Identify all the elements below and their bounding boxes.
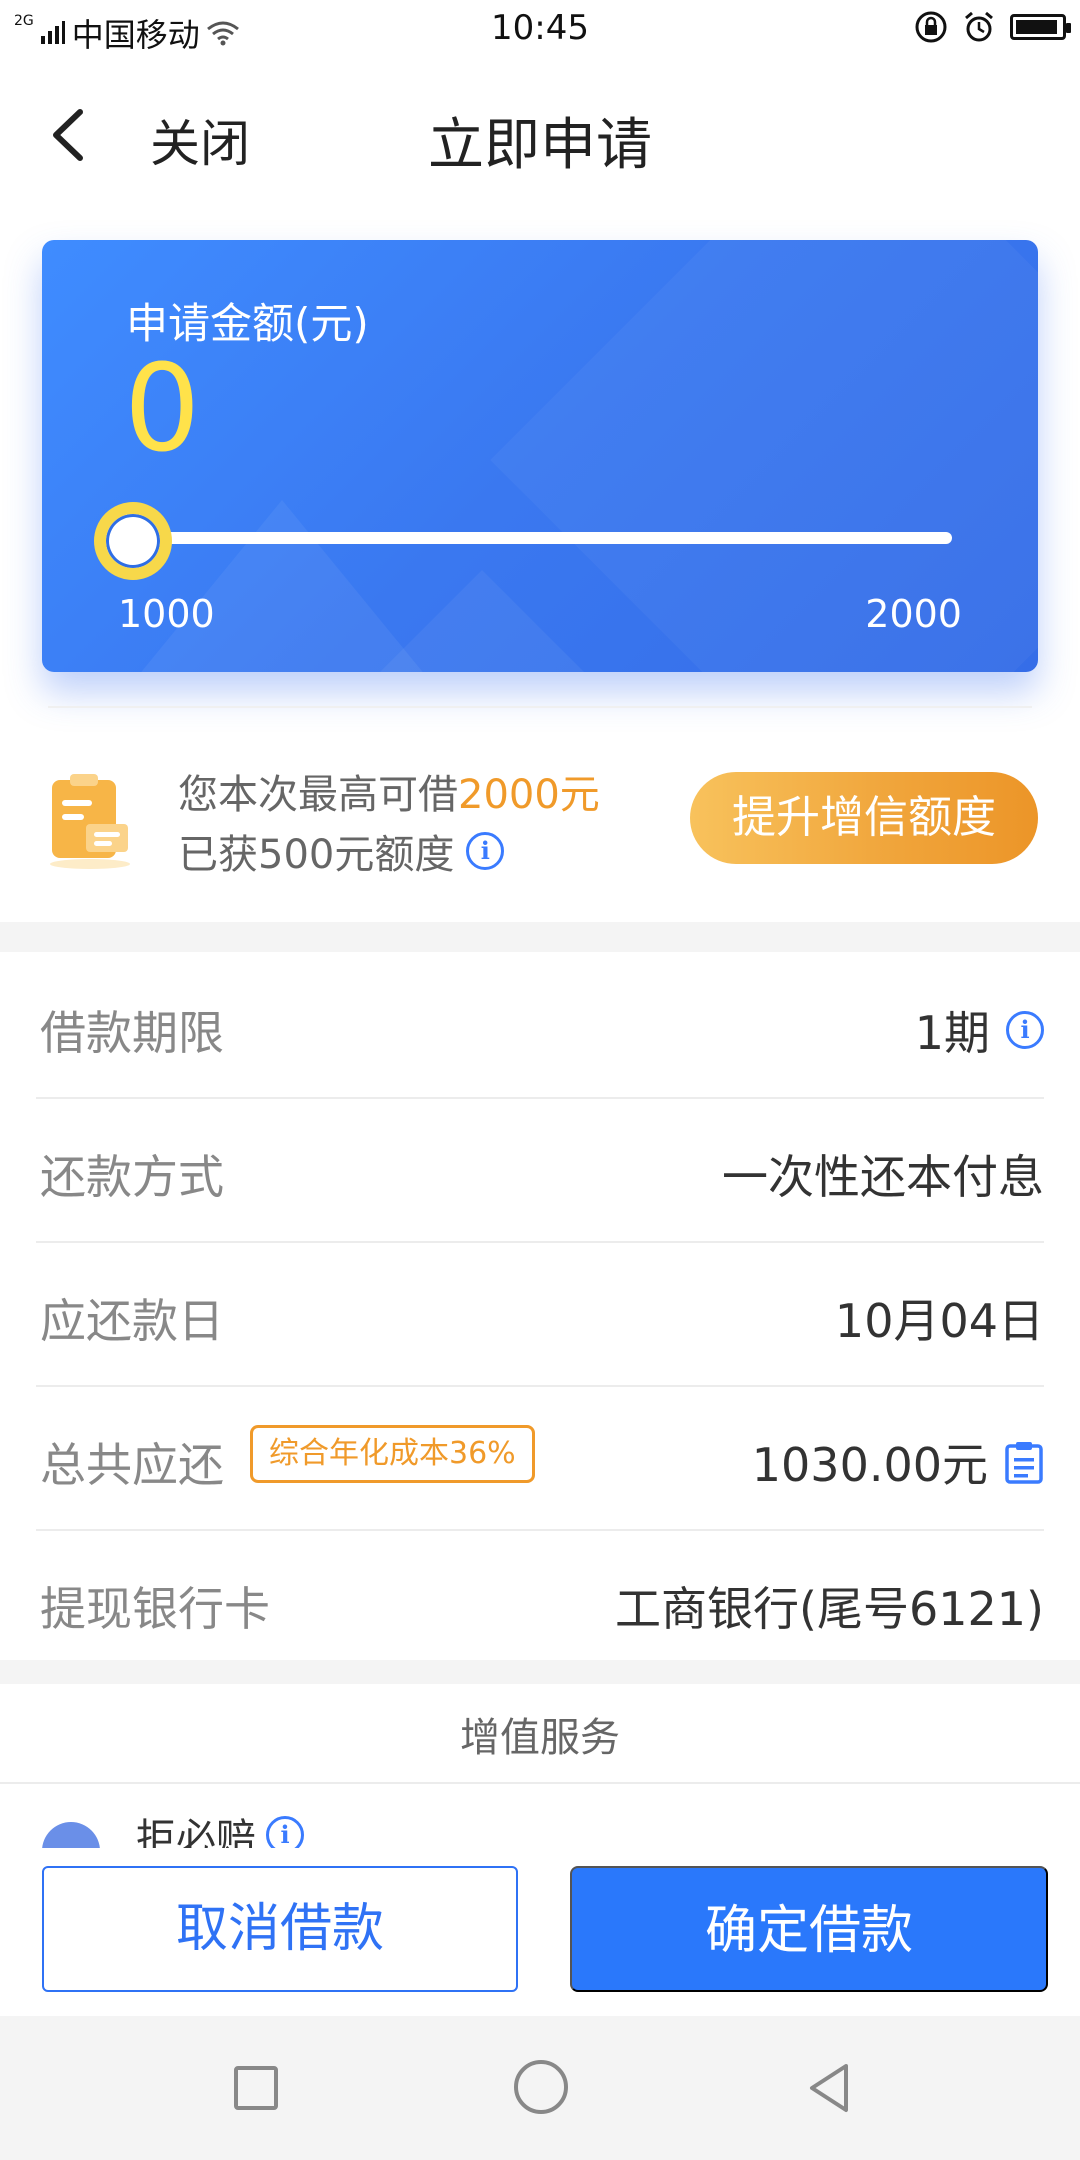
detail-row-due-date: 应还款日 10月04日: [36, 1243, 1044, 1387]
value-added-title: 增值服务: [460, 1715, 620, 1761]
detail-row-repayment-method: 还款方式 一次性还本付息: [36, 1099, 1044, 1243]
clipboard-icon[interactable]: [1004, 1440, 1044, 1484]
alarm-icon: [965, 11, 993, 42]
battery-icon: [1010, 14, 1071, 40]
header: 关闭 立即申请: [0, 70, 1080, 200]
detail-value: 1期 i: [915, 997, 1044, 1063]
page-title: 立即申请: [428, 113, 652, 178]
info-icon[interactable]: i: [466, 832, 505, 870]
annual-rate-badge: 综合年化成本36%: [250, 1425, 535, 1483]
obtained-limit-text: 已获500元额度 i: [178, 822, 505, 880]
total-due-value: 1030.00元: [751, 1438, 988, 1492]
amount-slider-track[interactable]: [152, 532, 952, 544]
section-separator: [0, 922, 1080, 952]
divider: [0, 1782, 1080, 1784]
back-triangle-icon[interactable]: [802, 2060, 858, 2116]
detail-label: 还款方式: [40, 1150, 224, 1204]
max-borrow-amount: 2000元: [458, 772, 600, 818]
detail-value: 一次性还本付息: [722, 1150, 1044, 1204]
detail-label: 借款期限: [40, 1006, 224, 1060]
detail-value: 1030.00元: [752, 1429, 1044, 1495]
detail-row-bank-card[interactable]: 提现银行卡 工商银行(尾号6121): [36, 1531, 1044, 1675]
home-icon[interactable]: [514, 2060, 568, 2114]
amount-slider-handle[interactable]: [94, 502, 172, 580]
detail-row-total-due[interactable]: 总共应还 综合年化成本36% 1030.00元: [36, 1387, 1044, 1531]
slider-max-label: 2000: [865, 592, 962, 636]
detail-value: 工商银行(尾号6121): [615, 1582, 1044, 1636]
credit-limit-section: 您本次最高可借2000元 已获500元额度 i 提升增信额度: [0, 740, 1080, 900]
detail-value: 10月04日: [834, 1294, 1044, 1348]
rotation-lock-icon: [915, 11, 947, 43]
status-bar: 2G 中国移动 10:45: [0, 0, 1080, 56]
slider-min-label: 1000: [118, 592, 215, 636]
card-decoration: [322, 570, 642, 672]
amount-card: 申请金额(元) 0 1000 2000: [42, 240, 1038, 672]
detail-label: 提现银行卡: [40, 1582, 270, 1636]
obtained-limit-label: 已获500元额度: [178, 832, 455, 878]
detail-label: 应还款日: [40, 1294, 224, 1348]
max-borrow-text: 您本次最高可借2000元: [178, 762, 600, 820]
recent-apps-icon[interactable]: [234, 2066, 278, 2110]
page: 2G 中国移动 10:45 关闭 立即申请 申请金额(元) 0 1000 200…: [0, 0, 1080, 2160]
confirm-loan-button[interactable]: 确定借款: [570, 1866, 1048, 1992]
amount-value: 0: [124, 340, 201, 479]
term-value: 1期: [914, 1006, 990, 1060]
status-right: [914, 10, 1071, 44]
detail-label: 总共应还: [40, 1438, 224, 1492]
boost-credit-button[interactable]: 提升增信额度: [690, 772, 1038, 864]
detail-row-term[interactable]: 借款期限 1期 i: [36, 955, 1044, 1099]
loan-details-list: 借款期限 1期 i 还款方式 一次性还本付息 应还款日 10月04日 总共应还 …: [0, 955, 1080, 1660]
info-icon[interactable]: i: [1006, 1011, 1044, 1049]
divider: [48, 706, 1032, 708]
cancel-loan-button[interactable]: 取消借款: [42, 1866, 518, 1992]
max-borrow-prefix: 您本次最高可借: [178, 772, 458, 818]
document-icon: [50, 774, 130, 869]
action-bar: 取消借款 确定借款: [0, 1848, 1080, 2016]
section-separator: [0, 1660, 1080, 1684]
system-nav-bar: [0, 2016, 1080, 2160]
